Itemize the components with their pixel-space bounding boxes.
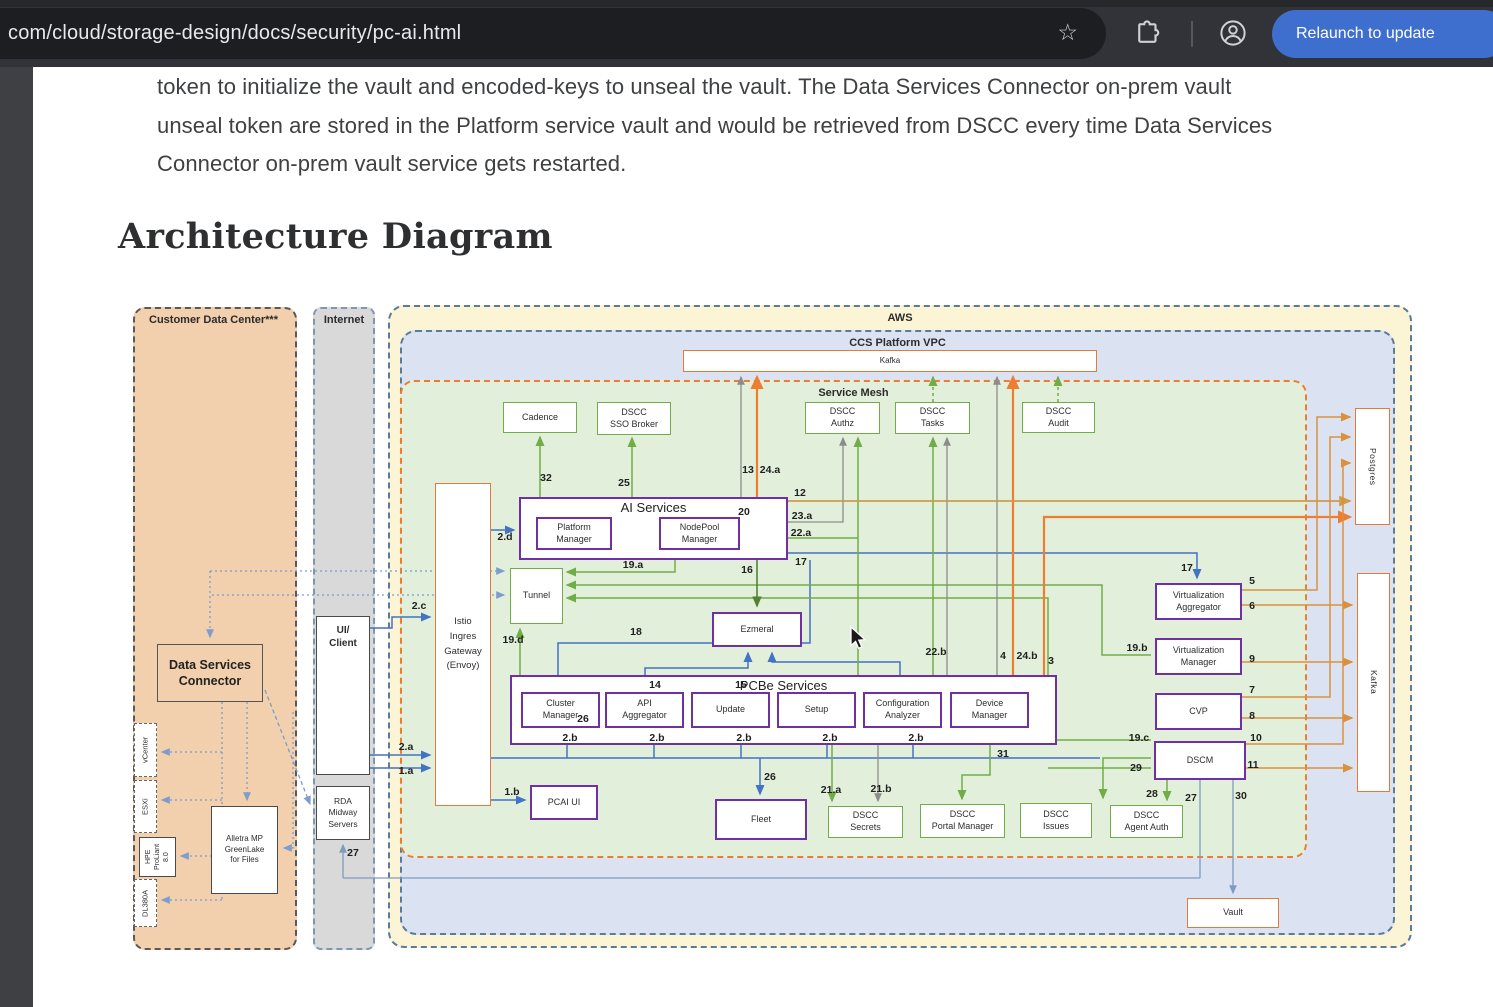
dscc-portal-manager: DSCC Portal Manager [920,804,1005,838]
edge-label-19.c: 19.c [1129,732,1149,744]
kafka-right: Kafka [1357,573,1390,792]
dscc-authz: DSCC Authz [805,402,880,434]
virtualization-aggregator: Virtualization Aggregator [1155,583,1242,620]
api-aggregator: API Aggregator [605,692,684,728]
data-services-connector: Data Services Connector [157,644,263,702]
update-service: Update [691,692,770,728]
customer-data-center-label: Customer Data Center*** [135,314,295,326]
ezmeral: Ezmeral [712,612,802,647]
edge-label-29: 29 [1130,762,1142,774]
dscm: DSCM [1154,741,1246,780]
istio-ingres-gateway: Istio Ingres Gateway (Envoy) [435,483,491,806]
edge-label-17: 17 [795,556,807,568]
ccs-platform-vpc-label: CCS Platform VPC [402,337,1393,349]
edge-label-24.b: 24.b [1016,650,1037,662]
edge-label-14: 14 [649,679,661,691]
nodepool-manager: NodePool Manager [659,517,740,550]
dscc-tasks: DSCC Tasks [895,402,970,434]
alletra-mp-greenlake: Alletra MP GreenLake for Files [211,806,278,894]
edge-label-31: 31 [997,748,1009,760]
edge-label-21.a: 21.a [821,784,841,796]
virtualization-manager: Virtualization Manager [1155,638,1242,675]
edge-label-18: 18 [630,626,642,638]
edge-label-1.a: 1.a [399,765,414,777]
cadence: Cadence [503,402,577,433]
pcai-ui: PCAI UI [530,785,598,820]
mouse-cursor [848,626,872,657]
edge-label-20: 20 [738,506,750,518]
edge-label-5: 5 [1249,575,1255,587]
cvp: CVP [1155,693,1242,730]
edge-label-2.b: 2.b [736,732,751,744]
edge-label-2.b: 2.b [562,732,577,744]
edge-label-30: 30 [1235,790,1247,802]
vault: Vault [1187,898,1279,928]
service-mesh-label: Service Mesh [402,387,1305,399]
configuration-analyzer: Configuration Analyzer [863,692,942,728]
edge-label-27: 27 [347,847,359,859]
dscc-secrets: DSCC Secrets [828,806,903,838]
edge-label-27: 27 [1185,792,1197,804]
platform-manager: Platform Manager [536,517,612,550]
edge-label-17: 17 [1181,562,1193,574]
edge-label-25: 25 [618,477,630,489]
edge-label-10: 10 [1250,732,1262,744]
ui-client: UI/ Client [316,616,370,775]
setup-service: Setup [777,692,856,728]
esxi: ESXi [134,780,157,833]
edge-label-6: 6 [1249,600,1255,612]
edge-label-2.d: 2.d [497,531,512,543]
edge-label-8: 8 [1249,710,1255,722]
device-manager: Device Manager [950,692,1029,728]
edge-label-19.d: 19.d [502,634,523,646]
dl380a: DL380A [134,879,157,927]
edge-label-26: 26 [764,771,776,783]
aws-zone-label: AWS [390,312,1410,324]
edge-label-24.a: 24.a [760,464,780,476]
edge-label-2.a: 2.a [399,741,414,753]
edge-label-2.b: 2.b [908,732,923,744]
screenshot-root: com/cloud/storage-design/docs/security/p… [0,0,1493,1007]
hpe-proliant: HPE ProLiant 8.0 [139,837,176,877]
edge-label-23.a: 23.a [792,510,812,522]
fleet: Fleet [715,799,807,840]
vcenter: vCenter [134,723,157,777]
edge-label-3: 3 [1048,655,1054,667]
edge-label-21.b: 21.b [870,783,891,795]
edge-label-12: 12 [794,487,806,499]
internet-zone-label: Internet [315,314,373,326]
edge-label-26: 26 [577,713,589,725]
dscc-sso-broker: DSCC SSO Broker [597,402,671,435]
edge-label-9: 9 [1249,653,1255,665]
architecture-diagram: Customer Data Center*** Internet AWS CCS Pl… [0,0,1493,1007]
edge-label-32: 32 [540,472,552,484]
rda-midway-servers: RDA Midway Servers [316,786,370,840]
edge-label-15: 15 [735,679,747,691]
kafka-top-bar: Kafka [683,350,1097,372]
edge-label-16: 16 [741,564,753,576]
dscc-agent-auth: DSCC Agent Auth [1110,805,1183,838]
tunnel: Tunnel [510,568,563,624]
edge-label-13: 13 [742,464,754,476]
edge-label-4: 4 [1000,650,1006,662]
edge-label-2.c: 2.c [412,600,427,612]
edge-label-19.b: 19.b [1126,642,1147,654]
dscc-issues: DSCC Issues [1020,803,1092,838]
edge-label-7: 7 [1249,684,1255,696]
dscc-audit: DSCC Audit [1022,402,1095,433]
postgres: Postgres [1355,408,1390,525]
edge-label-11: 11 [1247,759,1258,771]
edge-label-19.a: 19.a [623,559,643,571]
edge-label-28: 28 [1146,788,1158,800]
edge-label-1.b: 1.b [504,786,519,798]
edge-label-2.b: 2.b [649,732,664,744]
edge-label-22.a: 22.a [791,527,811,539]
edge-label-2.b: 2.b [822,732,837,744]
edge-label-22.b: 22.b [925,646,946,658]
